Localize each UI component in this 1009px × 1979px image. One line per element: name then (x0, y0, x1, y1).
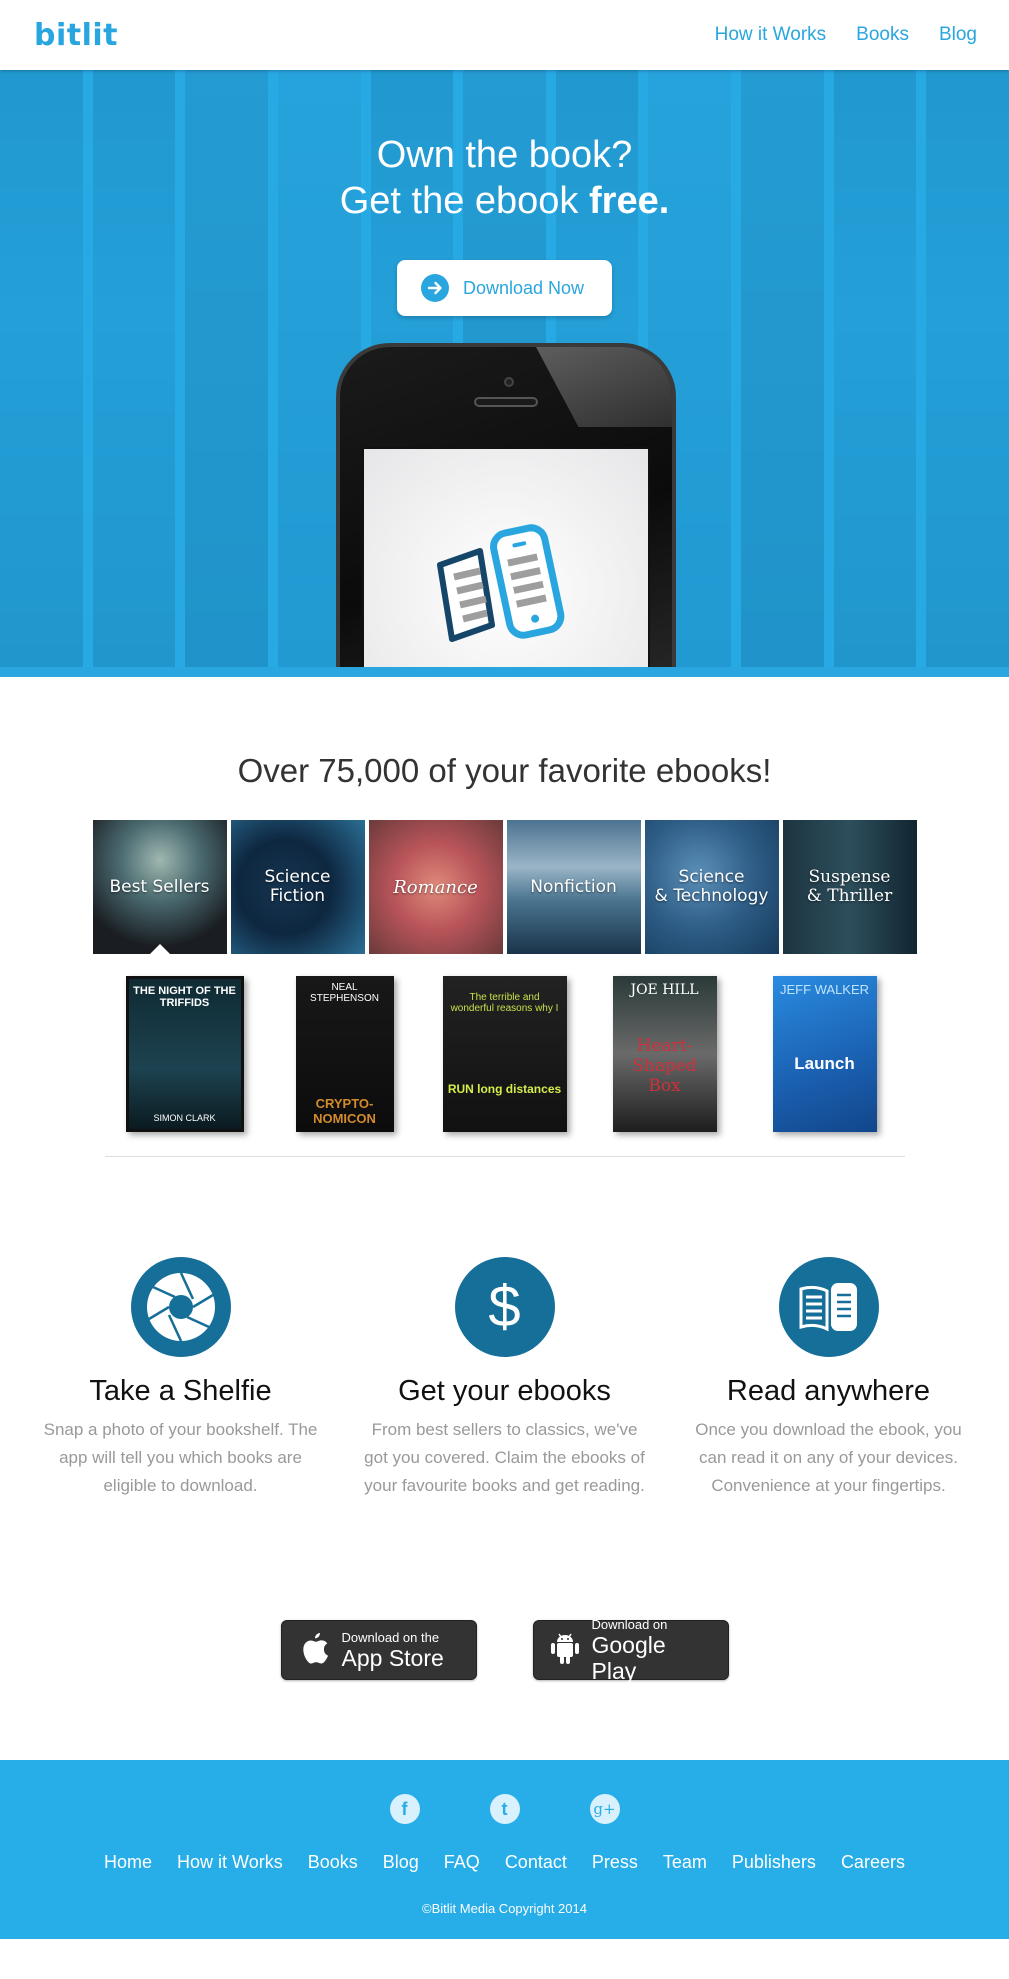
logo[interactable]: bitlit (34, 18, 118, 53)
book-cover[interactable]: NEAL STEPHENSON CRYPTO-NOMICON (295, 976, 394, 1132)
footer-link-careers[interactable]: Careers (841, 1852, 905, 1873)
google-play-button[interactable]: Download on Google Play (532, 1616, 729, 1684)
feature-get-ebooks: $ Get your ebooks From best sellers to c… (355, 1257, 655, 1500)
site-footer: f t g+ Home How it Works Books Blog FAQ … (0, 1760, 1009, 1939)
apple-icon (298, 1630, 330, 1671)
footer-link-blog[interactable]: Blog (383, 1852, 419, 1873)
social-links: f t g+ (0, 1794, 1009, 1824)
book-covers: THE NIGHT OF THE TRIFFIDS SIMON CLARK NE… (0, 976, 1009, 1132)
book-and-phone-icon (437, 524, 565, 642)
book-cover[interactable]: JEFF WALKER Launch (772, 976, 877, 1132)
store-big-label: App Store (341, 1644, 444, 1671)
android-icon (550, 1630, 580, 1671)
phone-mockup (336, 343, 676, 677)
catalog-heading: Over 75,000 of your favorite ebooks! (237, 752, 772, 789)
nav-books[interactable]: Books (856, 24, 909, 46)
footer-nav: Home How it Works Books Blog FAQ Contact… (0, 1852, 1009, 1873)
features-section: Take a Shelfie Snap a photo of your book… (0, 1257, 1009, 1500)
selected-indicator (149, 944, 170, 954)
category-romance[interactable]: Romance (368, 820, 503, 954)
google-plus-icon[interactable]: g+ (589, 1794, 620, 1824)
arrow-right-circle-icon (420, 274, 449, 302)
feature-title: Read anywhere (726, 1375, 931, 1407)
footer-link-team[interactable]: Team (663, 1852, 707, 1873)
feature-text: From best sellers to classics, we've got… (364, 1420, 645, 1495)
app-store-button[interactable]: Download on the App Store (280, 1620, 477, 1680)
footer-link-press[interactable]: Press (592, 1852, 638, 1873)
store-small-label: Download on the (341, 1629, 440, 1645)
store-big-label: Google Play (591, 1631, 666, 1684)
nav-how-it-works[interactable]: How it Works (715, 24, 827, 46)
footer-link-faq[interactable]: FAQ (444, 1852, 480, 1873)
category-science-technology[interactable]: Science & Technology (644, 820, 779, 954)
footer-link-books[interactable]: Books (308, 1852, 358, 1873)
copyright: ©Bitlit Media Copyright 2014 (422, 1901, 587, 1916)
phone-speaker (474, 397, 538, 407)
site-header: bitlit How it Works Books Blog (0, 0, 1009, 70)
catalog-section: Over 75,000 of your favorite ebooks! Bes… (0, 677, 1009, 1157)
feature-text: Snap a photo of your bookshelf. The app … (43, 1420, 318, 1495)
footer-link-how-it-works[interactable]: How it Works (177, 1852, 283, 1873)
feature-take-shelfie: Take a Shelfie Snap a photo of your book… (31, 1257, 331, 1500)
footer-link-publishers[interactable]: Publishers (732, 1852, 816, 1873)
hero-title-line1: Own the book? (376, 134, 633, 176)
nav-blog[interactable]: Blog (939, 24, 977, 46)
feature-title: Get your ebooks (398, 1375, 611, 1407)
category-science-fiction[interactable]: Science Fiction (230, 820, 365, 954)
main-nav: How it Works Books Blog (715, 24, 977, 46)
book-cover[interactable]: THE NIGHT OF THE TRIFFIDS SIMON CLARK (125, 976, 244, 1132)
hero-title-bold: free. (589, 180, 670, 222)
download-now-label: Download Now (462, 277, 585, 298)
category-nonfiction[interactable]: Nonfiction (506, 820, 641, 954)
category-tabs: Best Sellers Science Fiction Romance Non… (0, 820, 1009, 954)
category-suspense-thriller[interactable]: Suspense & Thriller (782, 820, 917, 954)
twitter-icon[interactable]: t (489, 1794, 520, 1824)
hero: Own the book? Get the ebook free. Downlo… (0, 70, 1009, 677)
feature-text: Once you download the ebook, you can rea… (695, 1420, 962, 1495)
footer-link-home[interactable]: Home (104, 1852, 152, 1873)
section-divider (104, 1156, 905, 1157)
book-and-tablet-icon (778, 1257, 879, 1357)
hero-title: Own the book? Get the ebook free. (0, 132, 1009, 224)
store-small-label: Download on (591, 1616, 668, 1632)
camera-aperture-icon (130, 1257, 231, 1357)
footer-link-contact[interactable]: Contact (505, 1852, 567, 1873)
dollar-icon: $ (454, 1257, 555, 1357)
phone-camera (504, 377, 514, 387)
feature-title: Take a Shelfie (89, 1375, 272, 1407)
hero-title-line2: Get the ebook (339, 180, 589, 222)
facebook-icon[interactable]: f (389, 1794, 420, 1824)
category-best-sellers[interactable]: Best Sellers (92, 820, 227, 954)
book-cover[interactable]: The terrible and wonderful reasons why I… (442, 976, 567, 1132)
book-cover[interactable]: JOE HILL Heart-Shaped Box (612, 976, 717, 1132)
phone-screen (362, 447, 650, 677)
feature-read-anywhere: Read anywhere Once you download the eboo… (679, 1257, 979, 1500)
store-buttons: Download on the App Store Download on Go… (0, 1616, 1009, 1684)
hero-content: Own the book? Get the ebook free. Downlo… (0, 70, 1009, 316)
download-now-button[interactable]: Download Now (396, 260, 613, 316)
